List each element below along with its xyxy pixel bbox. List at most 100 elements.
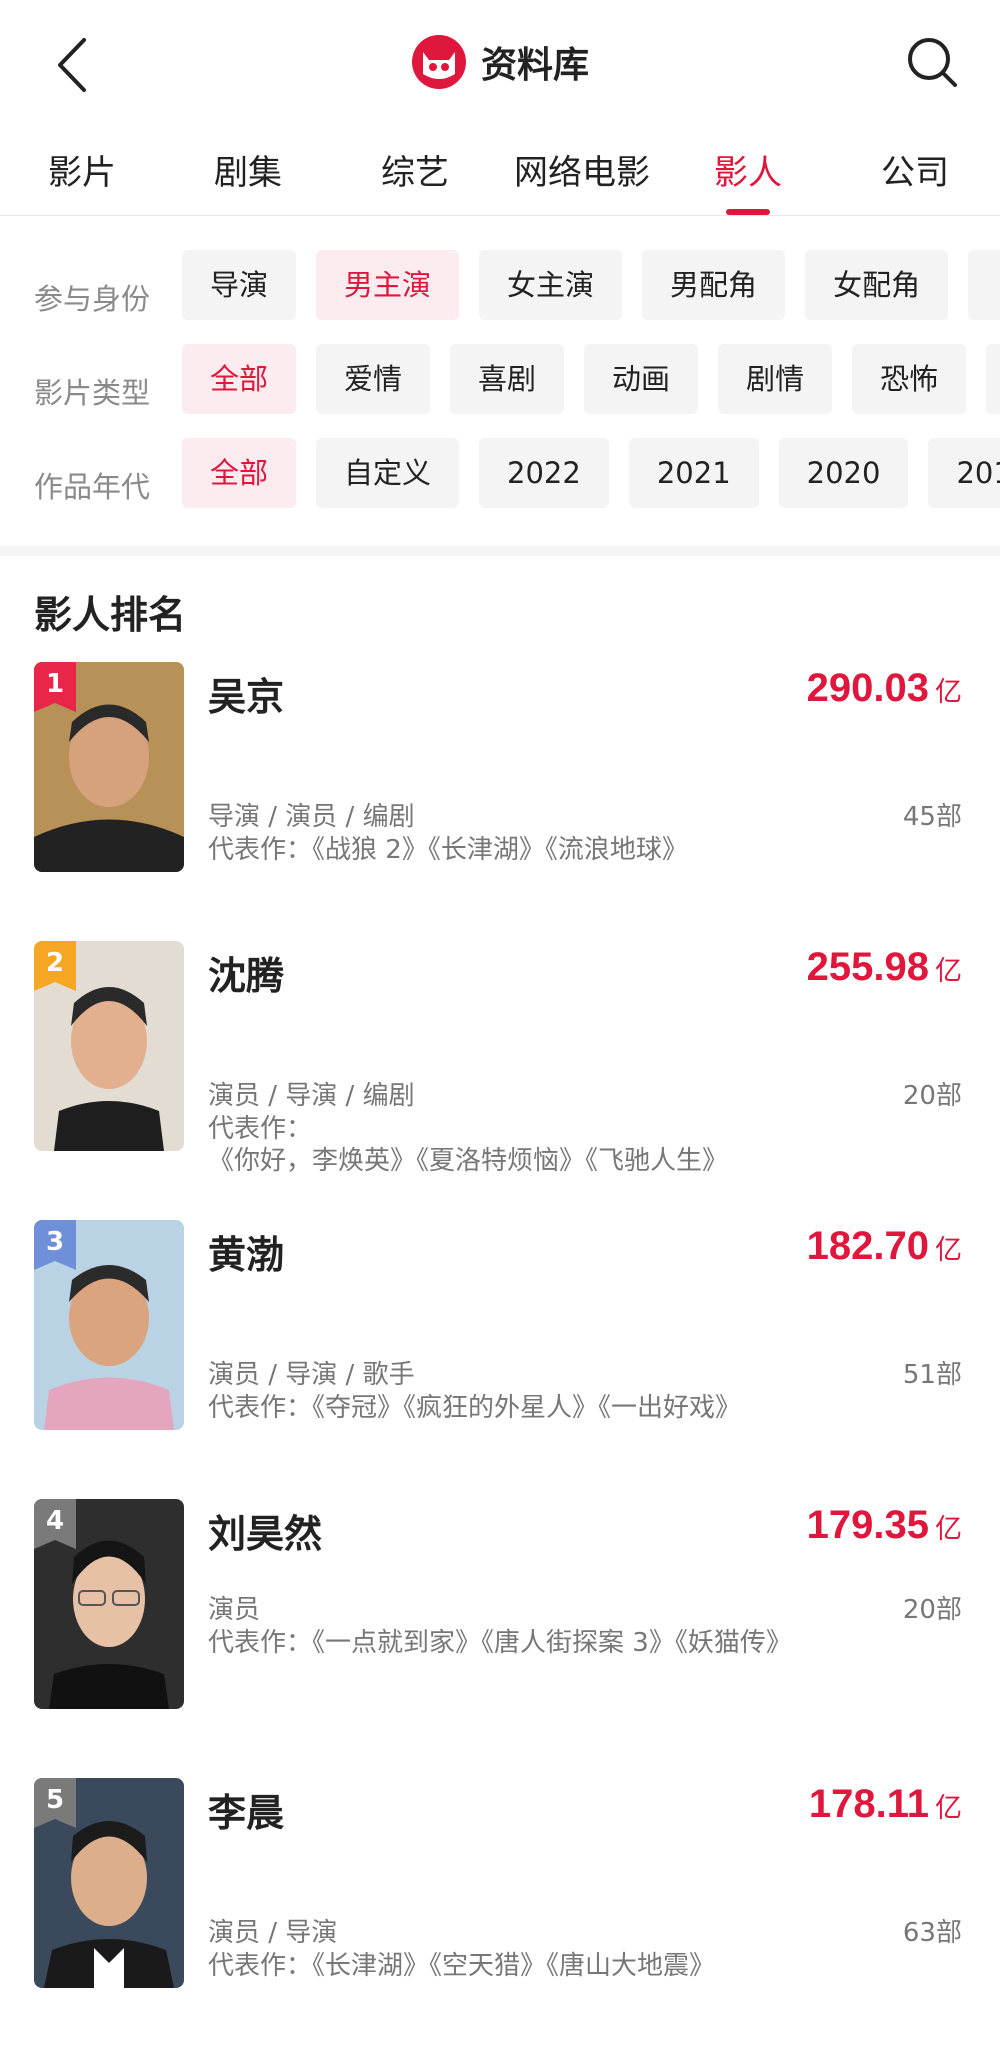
- representative-works: 代表作：《你好，李焕英》《夏洛特烦恼》《飞驰人生》: [208, 1113, 808, 1177]
- filter-chip[interactable]: 女主演: [479, 250, 623, 320]
- cat-logo-icon: [411, 35, 466, 89]
- avatar[interactable]: 1: [34, 662, 184, 872]
- filter-chip[interactable]: 剧情: [718, 344, 833, 414]
- filter-row-year: 作品年代 全部自定义 2022 2021 2020 2019: [0, 438, 1000, 532]
- film-count-value: 51: [902, 1360, 936, 1390]
- filter-chip[interactable]: 2020: [778, 438, 909, 508]
- person-name[interactable]: 吴京: [208, 666, 284, 721]
- filter-chip[interactable]: 自定义: [316, 438, 460, 508]
- avatar[interactable]: 3: [34, 1220, 184, 1430]
- person-roles: 演员 / 导演: [208, 1918, 338, 1948]
- box-office: 255.98 亿: [807, 945, 962, 990]
- filter-chip-selected[interactable]: 男主演: [316, 250, 460, 320]
- filter-chips: 全部自定义 2022 2021 2020 2019: [182, 438, 1000, 508]
- filter-chip[interactable]: 副: [968, 250, 1000, 320]
- person-name[interactable]: 黄渤: [208, 1224, 284, 1279]
- section-divider: [0, 546, 1000, 556]
- box-office-unit: 亿: [935, 1514, 962, 1545]
- filter-chip[interactable]: 悬: [986, 344, 1000, 414]
- tab-films[interactable]: 影片: [48, 145, 116, 194]
- filter-chips: 导演男主演女主演男配角女配角副: [182, 250, 1000, 320]
- filter-chip[interactable]: 导演: [182, 250, 297, 320]
- box-office: 182.70 亿: [807, 1224, 962, 1269]
- film-count-value: 45: [902, 802, 936, 832]
- person-roles: 演员 / 导演 / 歌手: [208, 1360, 415, 1390]
- film-count: 63部: [903, 1912, 962, 1949]
- works-list: 《一点就到家》《唐人街探案 3》《妖猫传》: [312, 1628, 792, 1658]
- filter-chip[interactable]: 2021: [628, 438, 759, 508]
- filter-chip[interactable]: 女配角: [805, 250, 949, 320]
- ranking-title: 影人排名: [34, 593, 187, 637]
- works-list: 《夺冠》《疯狂的外星人》《一出好戏》: [312, 1393, 742, 1423]
- brand: 资料库: [0, 34, 1000, 90]
- list-item[interactable]: 5 李晨 178.11 亿 演员 / 导演 63部 代表作：《长津湖》《空天猎》《…: [0, 1778, 1000, 2057]
- box-office-value: 290.03: [806, 666, 929, 710]
- page-title: 资料库: [480, 45, 589, 86]
- filter-chip[interactable]: 爱情: [316, 344, 431, 414]
- filter-chips: 全部爱情喜剧动画剧情恐怖悬: [182, 344, 1000, 414]
- person-name[interactable]: 李晨: [208, 1782, 284, 1837]
- works-list: 《长津湖》《空天猎》《唐山大地震》: [312, 1951, 716, 1981]
- avatar[interactable]: 4: [34, 1499, 184, 1709]
- film-count-unit: 部: [935, 802, 962, 832]
- filter-chip-selected[interactable]: 全部: [182, 344, 297, 414]
- film-count-value: 63: [902, 1918, 936, 1948]
- tab-variety[interactable]: 综艺: [381, 145, 449, 194]
- tab-web-films[interactable]: 网络电影: [514, 145, 650, 194]
- works-list: 《战狼 2》《长津湖》《流浪地球》: [312, 835, 688, 865]
- film-count: 20部: [903, 1075, 962, 1112]
- person-roles: 导演 / 演员 / 编剧: [208, 802, 415, 832]
- film-count-value: 20: [902, 1595, 936, 1625]
- category-tabs: 影片 剧集 综艺 网络电影 影人 公司: [0, 125, 1000, 216]
- header: 资料库: [0, 0, 1000, 125]
- works-prefix: 代表作：: [208, 1393, 313, 1423]
- works-prefix: 代表作：: [208, 1628, 313, 1658]
- list-item[interactable]: 2 沈腾 255.98 亿 演员 / 导演 / 编剧 20部 代表作：《你好，李焕…: [0, 941, 1000, 1220]
- film-count-unit: 部: [935, 1595, 962, 1625]
- filter-row-genre: 影片类型 全部爱情喜剧动画剧情恐怖悬: [0, 344, 1000, 438]
- filter-chip[interactable]: 动画: [584, 344, 699, 414]
- works-prefix: 代表作：: [208, 1114, 313, 1144]
- person-name[interactable]: 刘昊然: [208, 1503, 322, 1558]
- search-icon: [908, 38, 957, 87]
- box-office-value: 255.98: [806, 945, 929, 989]
- filter-chip[interactable]: 男配角: [642, 250, 786, 320]
- film-count-unit: 部: [935, 1360, 962, 1390]
- film-count: 45部: [903, 796, 962, 833]
- filter-chip[interactable]: 喜剧: [450, 344, 565, 414]
- filter-label: 作品年代: [34, 470, 151, 504]
- tab-series[interactable]: 剧集: [214, 145, 282, 194]
- film-count-unit: 部: [935, 1081, 962, 1111]
- film-count-unit: 部: [935, 1918, 962, 1948]
- active-tab-indicator: [726, 209, 770, 215]
- box-office-unit: 亿: [935, 956, 962, 987]
- box-office-unit: 亿: [935, 1235, 962, 1266]
- person-roles: 演员: [208, 1595, 261, 1625]
- filter-chip[interactable]: 恐怖: [852, 344, 967, 414]
- representative-works: 代表作：《一点就到家》《唐人街探案 3》《妖猫传》: [208, 1627, 808, 1659]
- box-office-unit: 亿: [935, 677, 962, 708]
- filter-chip-selected[interactable]: 全部: [182, 438, 297, 508]
- filter-panel: 参与身份 导演男主演女主演男配角女配角副 影片类型 全部爱情喜剧动画剧情恐怖悬 …: [0, 216, 1000, 532]
- film-count-value: 20: [902, 1081, 936, 1111]
- avatar[interactable]: 2: [34, 941, 184, 1151]
- list-item[interactable]: 1 吴京 290.03 亿 导演 / 演员 / 编剧 45部 代表作：《战狼 2》…: [0, 662, 1000, 941]
- search-button[interactable]: [904, 34, 960, 90]
- tab-people[interactable]: 影人: [714, 145, 782, 194]
- representative-works: 代表作：《夺冠》《疯狂的外星人》《一出好戏》: [208, 1392, 808, 1424]
- list-item[interactable]: 3 黄渤 182.70 亿 演员 / 导演 / 歌手 51部 代表作：《夺冠》《疯…: [0, 1220, 1000, 1499]
- representative-works: 代表作：《长津湖》《空天猎》《唐山大地震》: [208, 1950, 808, 1982]
- person-name[interactable]: 沈腾: [208, 945, 284, 1000]
- box-office-value: 178.11: [808, 1782, 929, 1826]
- filter-chip[interactable]: 2019: [928, 438, 1000, 508]
- box-office: 290.03 亿: [807, 666, 962, 711]
- list-item[interactable]: 4 刘昊然 179.35 亿 演员 20部 代表作：《一点就到家》《唐人街探案 3…: [0, 1499, 1000, 1778]
- box-office-unit: 亿: [935, 1793, 962, 1824]
- avatar[interactable]: 5: [34, 1778, 184, 1988]
- filter-chip[interactable]: 2022: [479, 438, 609, 508]
- tab-companies[interactable]: 公司: [881, 145, 949, 194]
- ranking-list: 1 吴京 290.03 亿 导演 / 演员 / 编剧 45部 代表作：《战狼 2》…: [0, 662, 1000, 2057]
- filter-row-role: 参与身份 导演男主演女主演男配角女配角副: [0, 250, 1000, 344]
- person-roles: 演员 / 导演 / 编剧: [208, 1081, 415, 1111]
- box-office: 178.11 亿: [809, 1782, 962, 1827]
